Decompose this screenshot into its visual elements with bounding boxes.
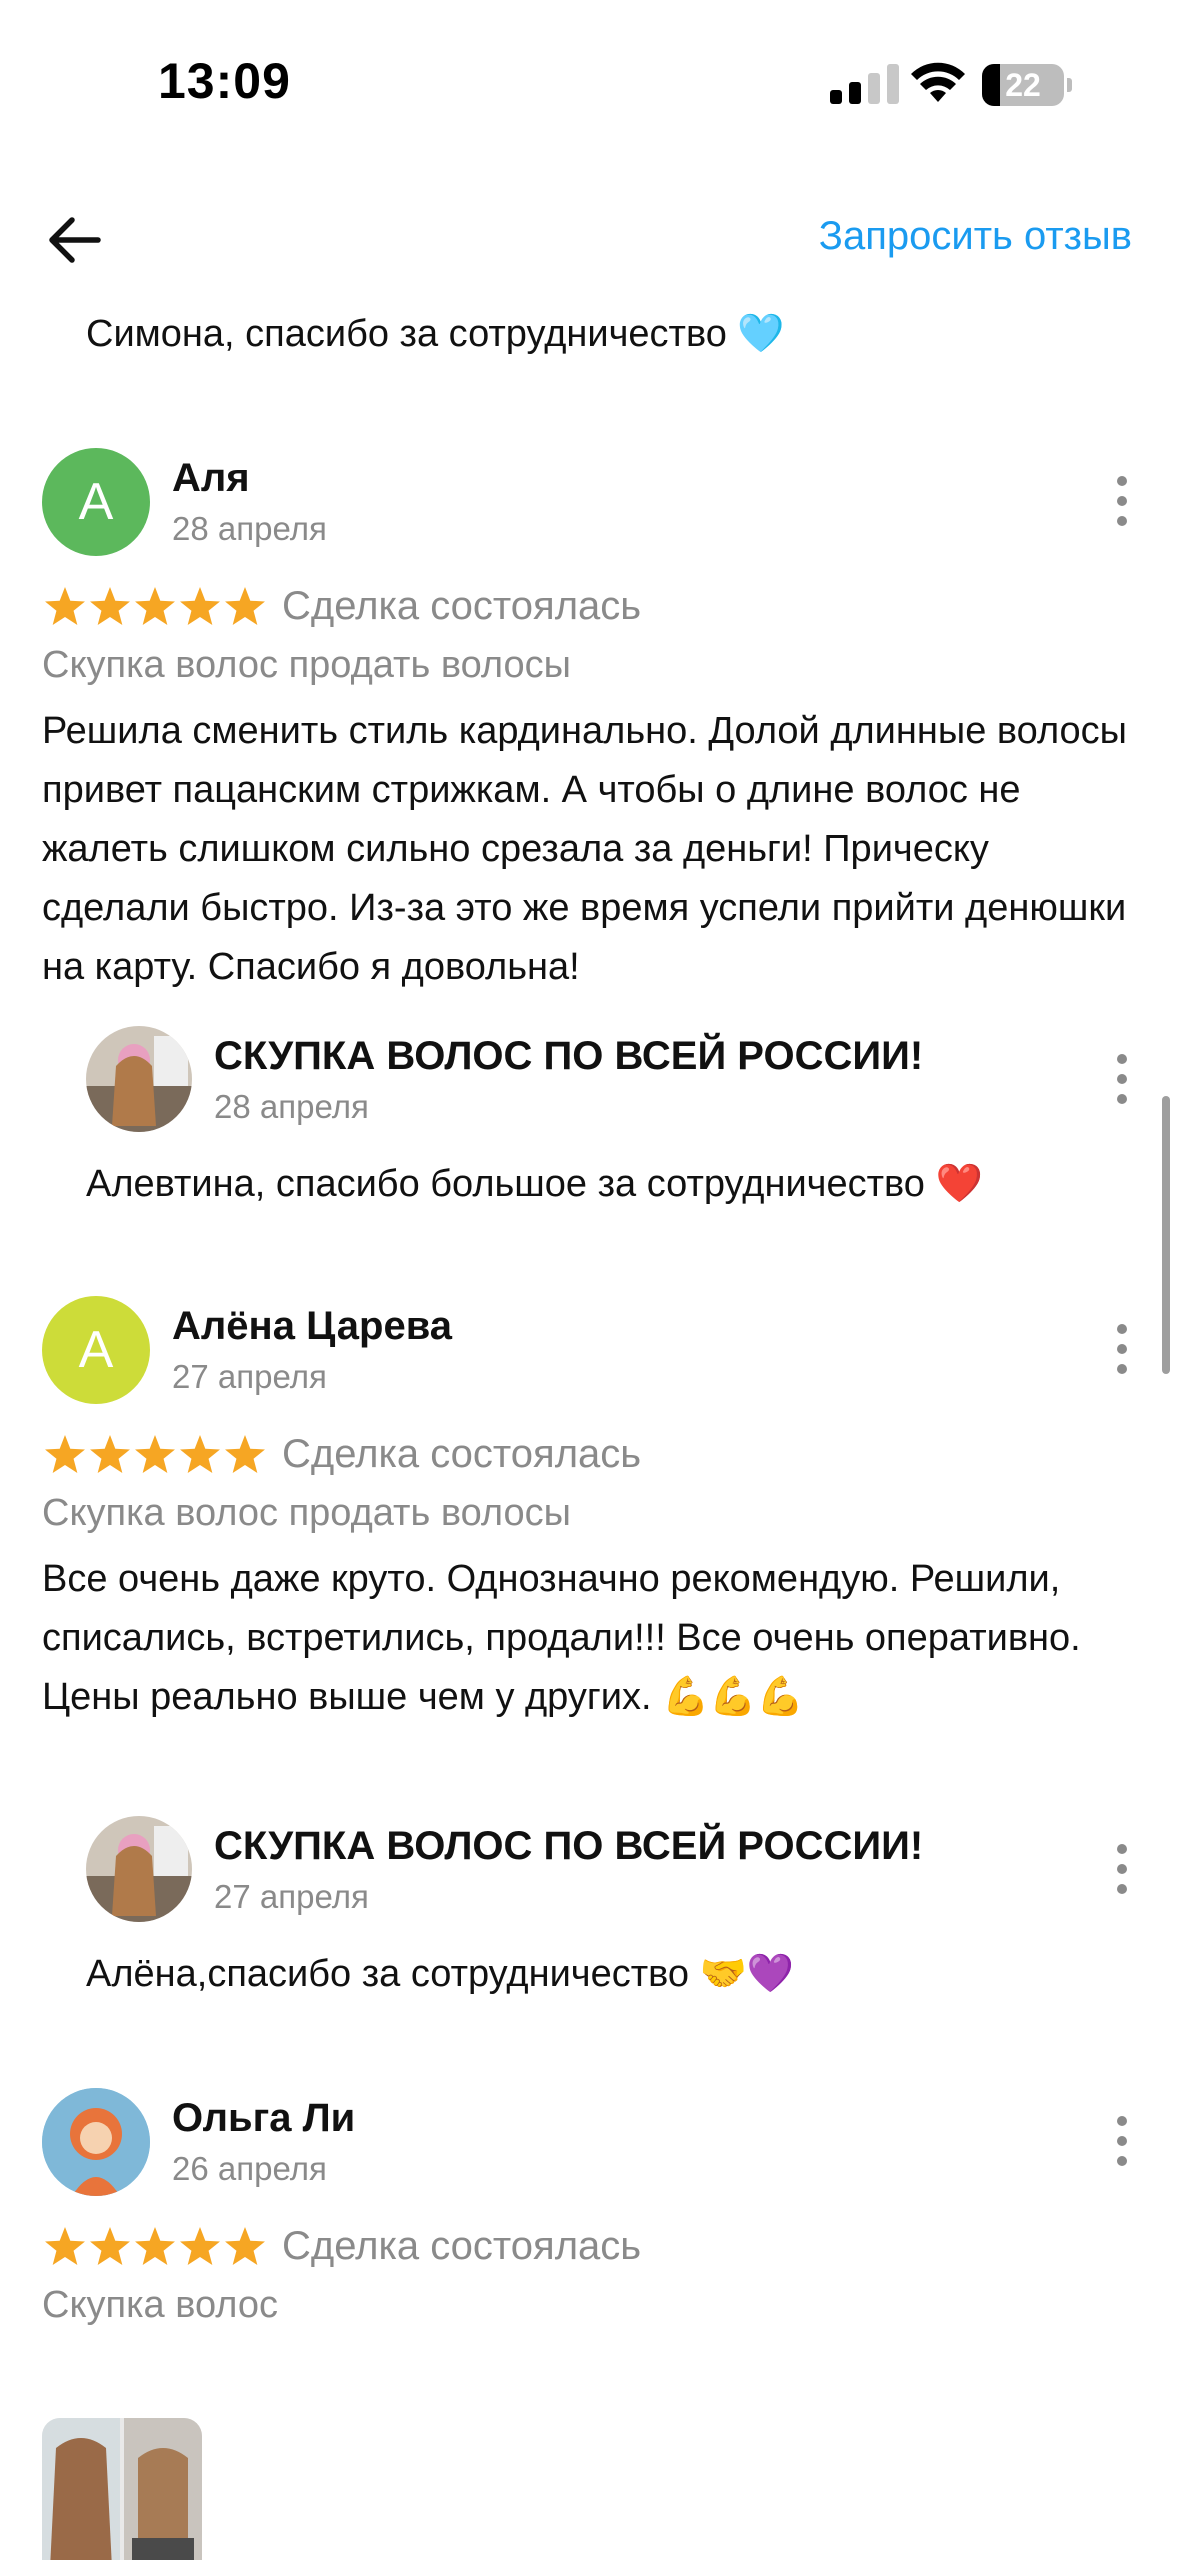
review-author[interactable]: Аля [172,456,250,501]
star-icon [45,2227,85,2265]
star-icon [225,2227,265,2265]
deal-status: Сделка состоялась [282,1432,642,1476]
seller-avatar[interactable] [86,1816,192,1922]
seller-name: СКУПКА ВОЛОС ПО ВСЕЙ РОССИИ! [214,1824,924,1868]
more-options-icon[interactable] [1112,1054,1132,1104]
star-icon [135,1435,175,1473]
star-icon [180,587,220,625]
avatar[interactable]: А [42,1296,150,1404]
star-icon [225,587,265,625]
star-icon [45,1435,85,1473]
more-options-icon[interactable] [1112,1324,1132,1374]
review-author[interactable]: Ольга Ли [172,2096,355,2141]
star-icon [135,2227,175,2265]
scrollbar[interactable] [1162,1096,1170,1374]
review-service: Скупка волос продать волосы [42,1492,571,1534]
cellular-signal-icon [830,62,900,104]
request-review-link[interactable]: Запросить отзыв [819,214,1132,259]
more-options-icon[interactable] [1112,476,1132,526]
review-date: 28 апреля [172,510,327,547]
deal-status: Сделка состоялась [282,584,642,628]
review-photo[interactable] [42,2418,202,2560]
review-text: Все очень даже круто. Однозначно рекомен… [42,1558,1081,1718]
deal-status: Сделка состоялась [282,2224,642,2268]
star-icon [90,2227,130,2265]
reply-date: 27 апреля [214,1878,369,1915]
star-rating-icon [45,587,265,625]
wifi-icon [911,62,965,102]
avatar[interactable]: А [42,448,150,556]
star-icon [225,1435,265,1473]
review-date: 27 апреля [172,1358,327,1395]
seller-name: СКУПКА ВОЛОС ПО ВСЕЙ РОССИИ! [214,1034,924,1078]
star-icon [45,587,85,625]
review-service: Скупка волос продать волосы [42,644,571,686]
star-icon [180,2227,220,2265]
reply-text: Алёна,спасибо за сотрудничество 🤝💜 [86,1953,795,1995]
seller-avatar[interactable] [86,1026,192,1132]
battery-icon: 22 [982,64,1072,106]
review-author[interactable]: Алёна Царева [172,1304,452,1349]
reply-text: Алевтина, спасибо большое за сотрудничес… [86,1163,983,1205]
review-service: Скупка волос [42,2284,279,2326]
review-text: Решила сменить стиль кардинально. Долой … [42,710,1127,988]
star-rating-icon [45,2227,265,2265]
reply-date: 28 апреля [214,1088,369,1125]
arrow-left-icon[interactable] [44,208,108,272]
review-date: 26 апреля [172,2150,327,2187]
star-rating-icon [45,1435,265,1473]
avatar[interactable] [42,2088,150,2196]
more-options-icon[interactable] [1112,2116,1132,2166]
star-icon [90,587,130,625]
star-icon [90,1435,130,1473]
star-icon [180,1435,220,1473]
more-options-icon[interactable] [1112,1844,1132,1894]
star-icon [135,587,175,625]
status-bar: 13:09 22 [0,0,1178,170]
previous-reply-text: Симона, спасибо за сотрудничество 🩵 [86,313,785,355]
battery-level: 22 [1005,67,1041,103]
status-time: 13:09 [158,53,291,109]
